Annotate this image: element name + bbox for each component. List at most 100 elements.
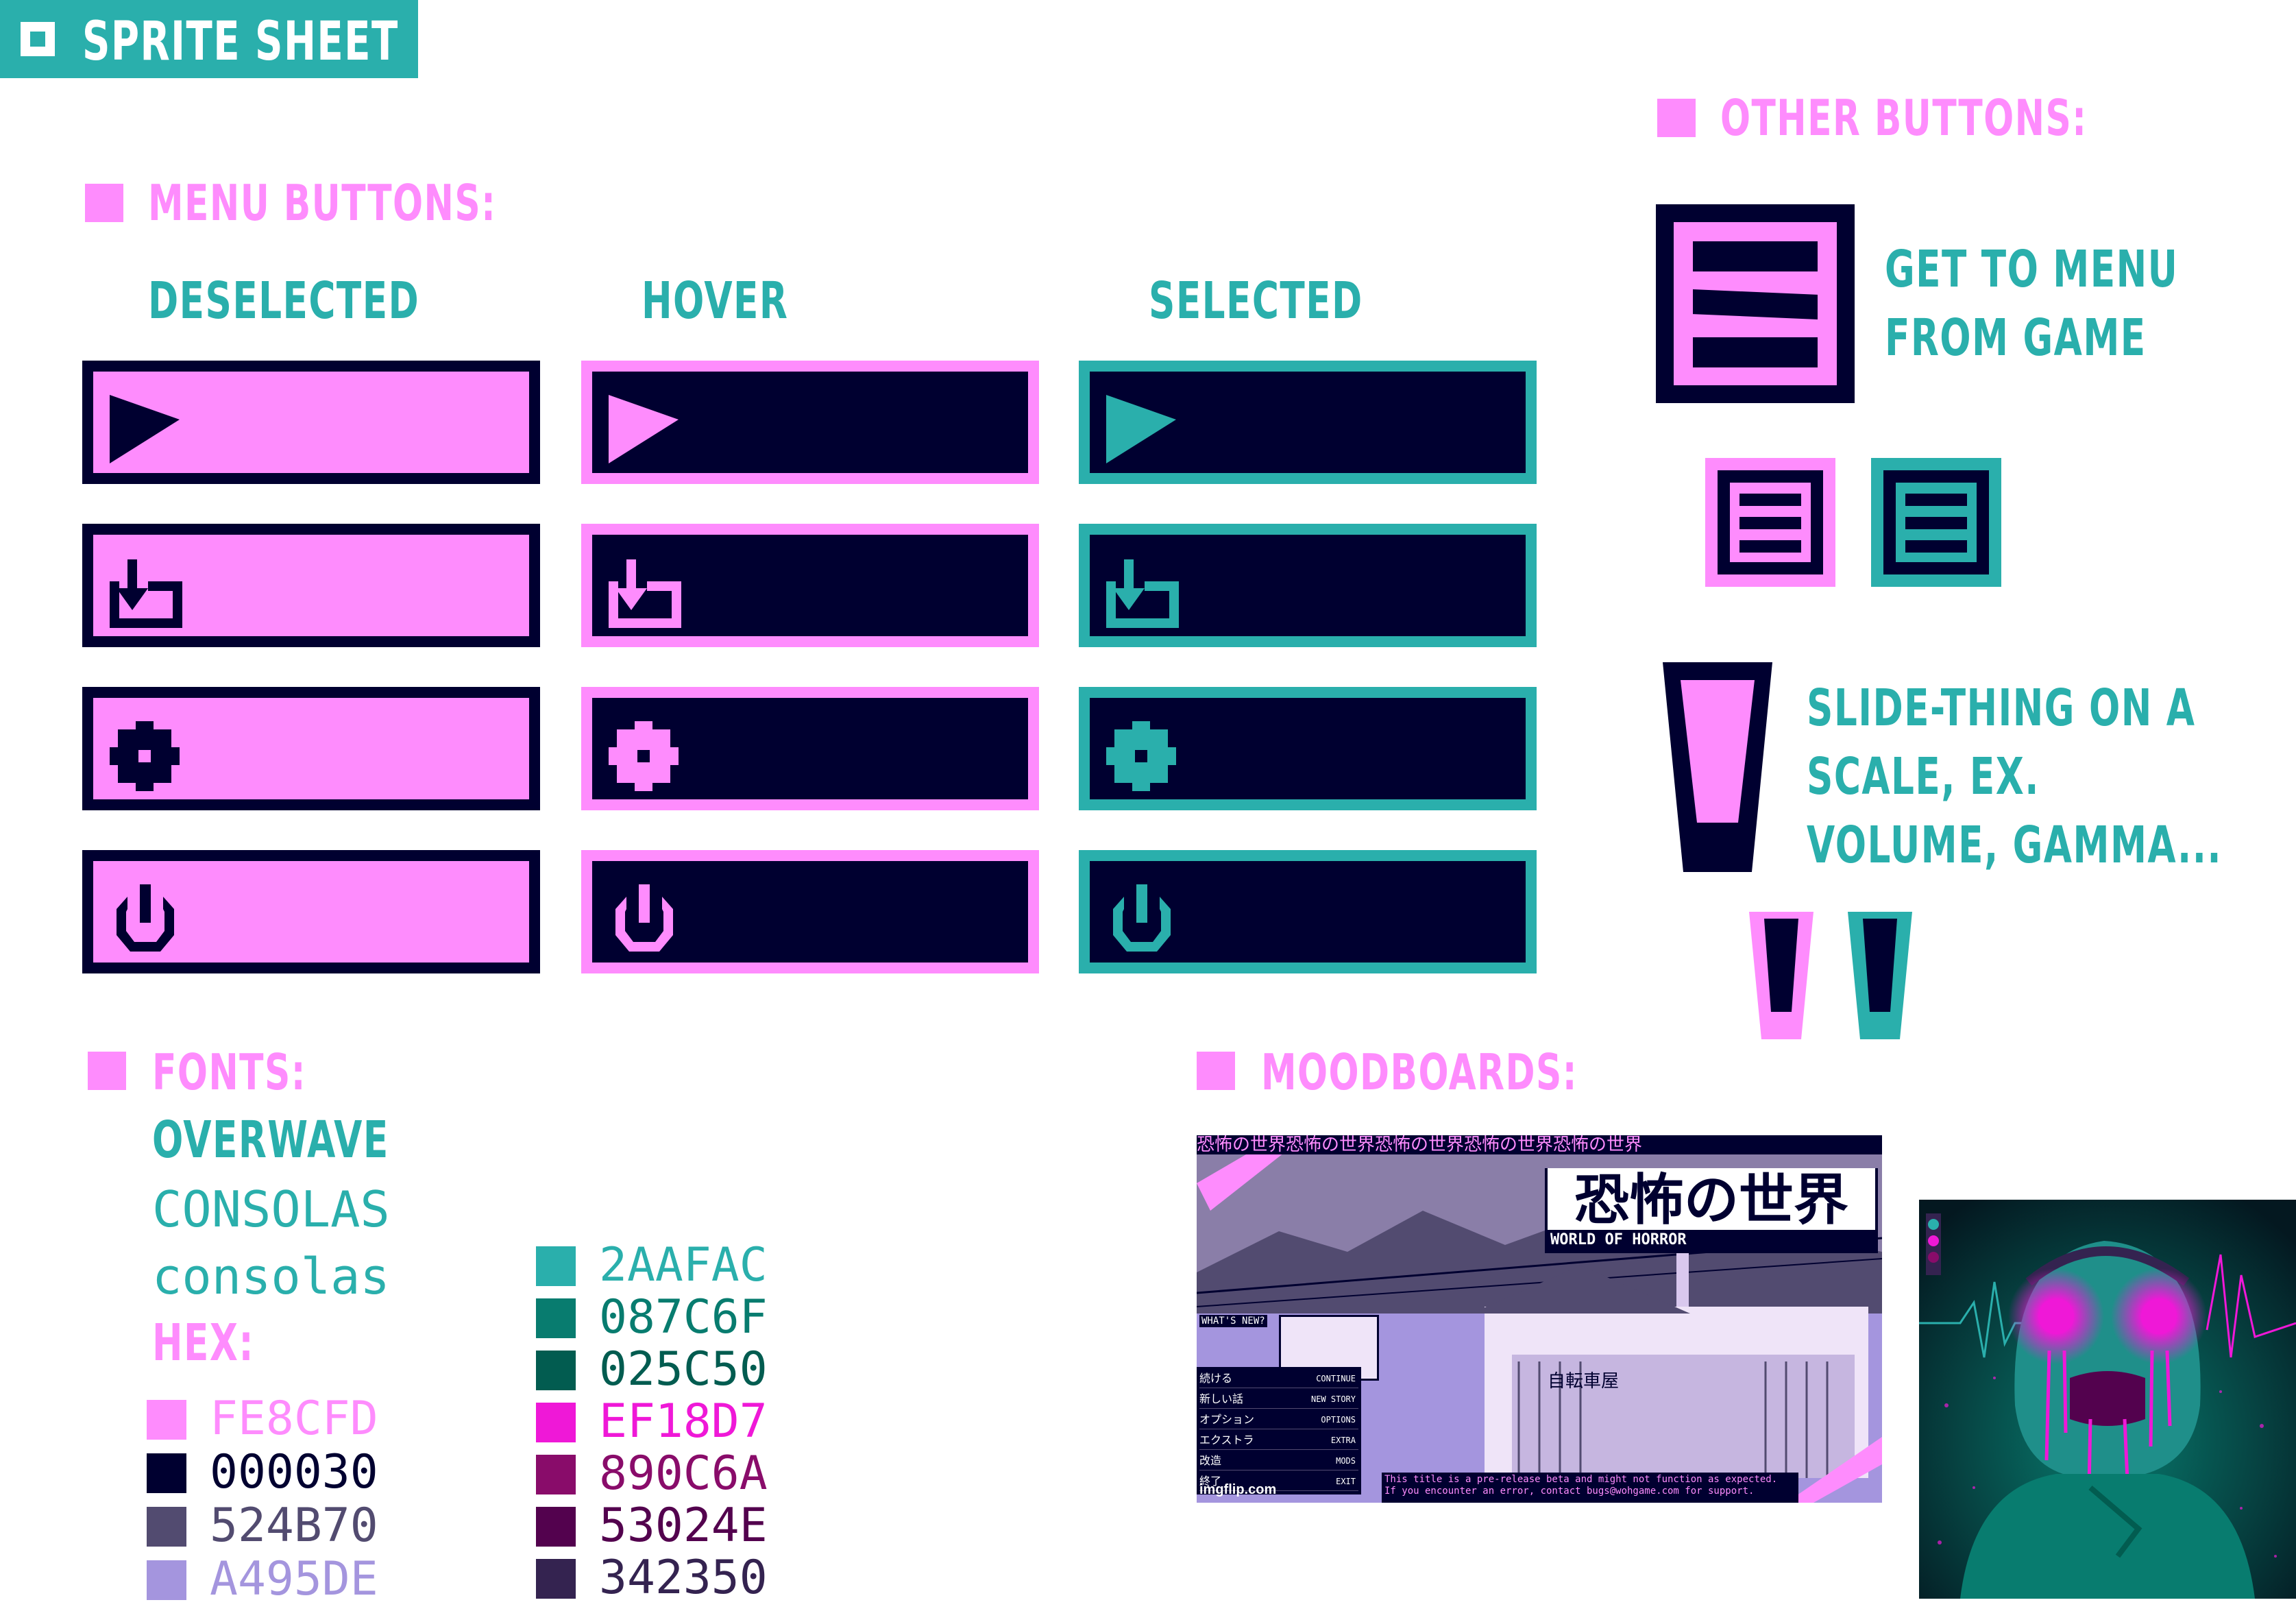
watermark: imgflip.com bbox=[1199, 1482, 1277, 1497]
hex-code-label: 342350 bbox=[599, 1551, 768, 1605]
game-menu-item: 改造 MODS bbox=[1199, 1452, 1358, 1470]
menu-button-deselected-gear[interactable] bbox=[82, 687, 540, 810]
menu-button-hover-play[interactable] bbox=[581, 361, 1039, 484]
menu-button-selected-download[interactable] bbox=[1079, 524, 1537, 647]
game-menu-item: エクストラ EXTRA bbox=[1199, 1431, 1358, 1450]
power-icon bbox=[107, 882, 182, 957]
download-icon bbox=[606, 555, 681, 631]
beta-notice: This title is a pre-release beta and mig… bbox=[1382, 1473, 1798, 1503]
color-swatch bbox=[536, 1507, 576, 1547]
game-menu-item-en: OPTIONS bbox=[1321, 1415, 1356, 1425]
color-swatch bbox=[536, 1298, 576, 1338]
gear-icon bbox=[1103, 718, 1179, 794]
color-swatch bbox=[147, 1453, 186, 1493]
fonts-heading: FONTS: bbox=[152, 1043, 306, 1101]
slider-caption: VOLUME, GAMMA... bbox=[1807, 816, 2223, 875]
menu-button-caption: GET TO MENU bbox=[1885, 240, 2179, 299]
hex-code-label: A495DE bbox=[210, 1552, 378, 1606]
color-swatch bbox=[147, 1560, 186, 1600]
moodboard-image-world-of-horror: 恐怖の世界恐怖の世界恐怖の世界恐怖の世界恐怖の世界 恐怖の世界 WORLD OF… bbox=[1197, 1135, 1882, 1503]
hex-code-label: 000030 bbox=[210, 1445, 378, 1499]
play-icon bbox=[1103, 392, 1179, 468]
game-menu-item-jp: エクストラ bbox=[1199, 1433, 1254, 1447]
menu-button-deselected-play[interactable] bbox=[82, 361, 540, 484]
hex-code-label: 890C6A bbox=[599, 1447, 768, 1501]
color-swatch bbox=[147, 1400, 186, 1440]
menu-button-selected-power[interactable] bbox=[1079, 850, 1537, 973]
game-menu-item-jp: オプション bbox=[1199, 1413, 1255, 1426]
hex-code-label: 025C50 bbox=[599, 1342, 768, 1396]
color-swatch bbox=[147, 1507, 186, 1547]
game-menu-item-jp: 続ける bbox=[1199, 1372, 1233, 1385]
game-menu-item: 続ける CONTINUE bbox=[1199, 1370, 1358, 1388]
gear-icon bbox=[107, 718, 182, 794]
game-menu-item-en: EXTRA bbox=[1330, 1436, 1356, 1445]
page-title: SPRITE SHEET bbox=[82, 11, 399, 73]
game-logo: 恐怖の世界 WORLD OF HORROR bbox=[1545, 1168, 1878, 1253]
whats-new-label: WHAT'S NEW? bbox=[1199, 1315, 1267, 1327]
game-menu-item-jp: 改造 bbox=[1199, 1454, 1222, 1467]
slider-caption: SLIDE-THING ON A bbox=[1807, 679, 2196, 738]
slider-handle-icon[interactable] bbox=[1663, 662, 1772, 872]
square-icon bbox=[21, 22, 55, 56]
color-swatch bbox=[536, 1559, 576, 1599]
hamburger-menu-icon[interactable] bbox=[1656, 204, 1855, 403]
moodboards-heading: MOODBOARDS: bbox=[1261, 1043, 1578, 1101]
section-marker bbox=[1657, 99, 1696, 137]
beta-notice-line: This title is a pre-release beta and mig… bbox=[1384, 1474, 1778, 1485]
color-swatch bbox=[536, 1455, 576, 1494]
game-menu-item: 新しい話 NEW STORY bbox=[1199, 1390, 1358, 1409]
moodboard-image-glowing-eyes bbox=[1919, 1200, 2296, 1599]
title-banner: 恐怖の世界恐怖の世界恐怖の世界恐怖の世界恐怖の世界 bbox=[1197, 1135, 1882, 1154]
column-label-deselected: DESELECTED bbox=[148, 271, 420, 330]
game-title-en: WORLD OF HORROR bbox=[1550, 1231, 1687, 1248]
hamburger-menu-icon[interactable] bbox=[1871, 458, 2001, 587]
menu-button-caption: FROM GAME bbox=[1885, 308, 2147, 367]
header-tab: SPRITE SHEET bbox=[0, 0, 418, 78]
color-swatch bbox=[536, 1403, 576, 1442]
game-menu-item-en: NEW STORY bbox=[1310, 1394, 1356, 1404]
menu-button-selected-play[interactable] bbox=[1079, 361, 1537, 484]
menu-button-hover-download[interactable] bbox=[581, 524, 1039, 647]
column-label-hover: HOVER bbox=[642, 271, 789, 330]
color-swatch bbox=[536, 1246, 576, 1286]
game-title-jp: 恐怖の世界 bbox=[1548, 1168, 1875, 1230]
menu-button-selected-gear[interactable] bbox=[1079, 687, 1537, 810]
game-main-menu: 続ける CONTINUE 新しい話 NEW STORY オプション OPTIONS エクスト… bbox=[1197, 1367, 1361, 1494]
gear-icon bbox=[606, 718, 681, 794]
hamburger-menu-icon[interactable] bbox=[1705, 458, 1835, 587]
hex-heading: HEX: bbox=[152, 1314, 255, 1372]
menu-button-hover-gear[interactable] bbox=[581, 687, 1039, 810]
menu-button-deselected-download[interactable] bbox=[82, 524, 540, 647]
game-menu-item-en: MODS bbox=[1336, 1456, 1356, 1466]
hex-code-label: 087C6F bbox=[599, 1290, 768, 1344]
play-icon bbox=[107, 392, 182, 468]
font-sample-consolas-lower: consolas bbox=[152, 1248, 390, 1305]
other-buttons-heading: OTHER BUTTONS: bbox=[1720, 89, 2088, 147]
slider-handle-icon[interactable] bbox=[1749, 912, 1813, 1039]
menu-buttons-heading: MENU BUTTONS: bbox=[148, 174, 497, 232]
slider-caption: SCALE, EX. bbox=[1807, 747, 2040, 806]
hex-code-label: 53024E bbox=[599, 1499, 768, 1553]
section-marker bbox=[85, 184, 123, 222]
section-marker bbox=[1197, 1052, 1235, 1090]
glowing-eyes-figure-illustration bbox=[1919, 1200, 2296, 1599]
font-sample-consolas-upper: CONSOLAS bbox=[152, 1181, 390, 1238]
menu-button-deselected-power[interactable] bbox=[82, 850, 540, 973]
slider-handle-icon[interactable] bbox=[1848, 912, 1912, 1039]
color-swatch bbox=[536, 1351, 576, 1390]
menu-button-hover-power[interactable] bbox=[581, 850, 1039, 973]
game-menu-item-en: EXIT bbox=[1336, 1477, 1356, 1486]
hex-code-label: FE8CFD bbox=[210, 1392, 378, 1446]
hex-code-label: 524B70 bbox=[210, 1499, 378, 1553]
power-icon bbox=[1103, 882, 1179, 957]
column-label-selected: SELECTED bbox=[1149, 271, 1363, 330]
game-menu-item-jp: 新しい話 bbox=[1199, 1392, 1244, 1405]
power-icon bbox=[606, 882, 681, 957]
font-sample-overwave: OVERWAVE bbox=[152, 1111, 389, 1170]
game-menu-item-en: CONTINUE bbox=[1316, 1374, 1356, 1383]
shop-sign: 自転車屋 bbox=[1548, 1371, 1620, 1392]
download-icon bbox=[1103, 555, 1179, 631]
section-marker bbox=[88, 1052, 126, 1090]
hex-code-label: 2AAFAC bbox=[599, 1238, 768, 1292]
